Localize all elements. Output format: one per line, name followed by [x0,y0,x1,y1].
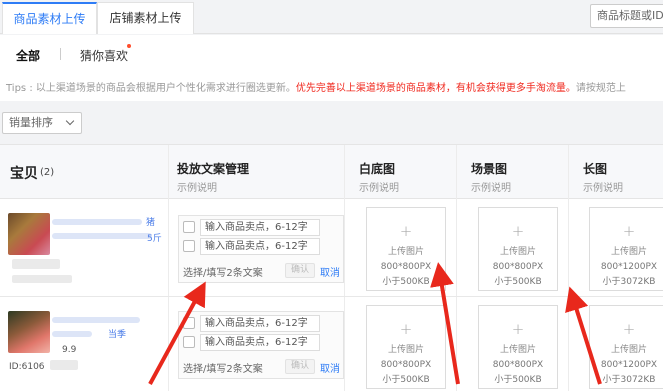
plus-icon: + [399,222,413,240]
tab-product-material[interactable]: 商品素材上传 [2,2,97,34]
copy-hint: 选择/填写2条文案 [183,364,263,375]
divider [60,48,61,60]
filter-all[interactable]: 全部 [16,47,40,64]
col-title-scene: 场景图 [471,162,508,176]
sort-label: 销量排序 [9,116,53,129]
product-price-blurred [12,259,60,269]
copy-checkbox[interactable] [183,336,195,348]
copy-checkbox[interactable] [183,221,195,233]
tips-suffix: 请按规范上 [575,83,626,94]
upload-white-bg-image[interactable]: + 上传图片 800*800PX 小于500KB [366,305,446,389]
copy-checkbox[interactable] [183,240,195,252]
upload-size: 800*800PX [380,360,432,370]
col-header-copy: 投放文案管理 示例说明 [168,145,344,199]
product-id-blurred [12,275,72,283]
col-header-white-bg: 白底图 示例说明 [344,145,456,199]
product-title-fragment[interactable]: 5斤 [147,231,162,244]
col-header-long: 长图 示例说明 [568,145,663,199]
tab-bar: 商品素材上传 店铺素材上传 商品标题或ID [0,0,663,34]
col-header-scene: 场景图 示例说明 [456,145,568,199]
upload-white-bg-image[interactable]: + 上传图片 800*800PX 小于500KB [366,207,446,291]
product-title-fragment[interactable]: 当季 [108,327,126,340]
upload-size: 800*800PX [380,262,432,272]
copy-checkbox[interactable] [183,317,195,329]
col-title-long: 长图 [583,162,608,176]
selling-point-input[interactable]: 输入商品卖点，6-12字 [200,219,320,236]
plus-icon: + [622,320,636,338]
product-title-blurred [52,317,140,323]
product-title-blurred [52,233,152,239]
column-divider [344,145,345,391]
upload-size: 800*800PX [492,360,544,370]
copy-hint: 选择/填写2条文案 [183,268,263,279]
col-header-product: 宝贝 (2) [0,145,168,199]
plus-icon: + [622,222,636,240]
column-divider [568,145,569,391]
selling-point-input[interactable]: 输入商品卖点，6-12字 [200,238,320,255]
tips-text: Tips : 以上渠道场景的商品会根据用户个性化需求进行圈选更新。优先完善以上渠… [6,79,626,94]
col-title-white-bg: 白底图 [359,162,396,176]
filter-panel: 全部 猜你喜欢 Tips : 以上渠道场景的商品会根据用户个性化需求进行圈选更新… [0,35,663,101]
column-divider [456,145,457,391]
product-count: (2) [40,167,55,178]
product-price: 9.9 [62,345,77,355]
upload-limit: 小于500KB [382,277,430,287]
sort-dropdown[interactable]: 销量排序 [2,112,82,134]
upload-long-image[interactable]: + 上传图片 800*1200PX 小于3072KB [589,305,663,389]
selling-point-input[interactable]: 输入商品卖点，6-12字 [200,334,320,351]
upload-label: 上传图片 [387,345,424,355]
col-example-link-copy[interactable]: 示例说明 [177,179,217,194]
filter-guess-you-like[interactable]: 猜你喜欢 [80,47,128,64]
col-example-link-scene[interactable]: 示例说明 [471,179,511,194]
confirm-button[interactable]: 确认 [285,263,315,278]
new-badge-dot [127,44,131,48]
upload-limit: 小于500KB [494,277,542,287]
product-thumbnail[interactable] [8,213,50,255]
product-id: ID:6106 [9,362,45,372]
copy-editor: 输入商品卖点，6-12字 输入商品卖点，6-12字 选择/填写2条文案 确认 取… [178,311,344,379]
product-title-blurred [52,331,92,337]
upload-scene-image[interactable]: + 上传图片 800*800PX 小于500KB [478,207,558,291]
upload-label: 上传图片 [610,345,647,355]
col-example-link-white-bg[interactable]: 示例说明 [359,179,399,194]
upload-size: 800*1200PX [600,262,658,272]
tips-prefix: Tips : 以上渠道场景的商品会根据用户个性化需求进行圈选更新。 [6,83,296,94]
plus-icon: + [399,320,413,338]
upload-long-image[interactable]: + 上传图片 800*1200PX 小于3072KB [589,207,663,291]
upload-limit: 小于500KB [382,375,430,385]
tips-highlight: 优先完善以上渠道场景的商品素材，有机会获得更多手淘流量。 [295,83,576,94]
material-table: 宝贝 (2) 投放文案管理 示例说明 白底图 示例说明 场景图 示例说明 长图 … [0,144,663,391]
upload-size: 800*800PX [492,262,544,272]
chevron-down-icon [65,116,75,126]
upload-limit: 小于3072KB [602,375,656,385]
tab-store-material[interactable]: 店铺素材上传 [97,2,194,34]
plus-icon: + [511,222,525,240]
cancel-button[interactable]: 取消 [320,264,340,279]
upload-label: 上传图片 [387,247,424,257]
upload-limit: 小于500KB [494,375,542,385]
product-thumbnail[interactable] [8,311,50,353]
plus-icon: + [511,320,525,338]
row-divider [0,296,663,297]
upload-label: 上传图片 [499,247,536,257]
col-title-copy: 投放文案管理 [177,162,250,176]
confirm-button[interactable]: 确认 [285,359,315,374]
column-divider [168,145,169,391]
copy-editor: 输入商品卖点，6-12字 输入商品卖点，6-12字 选择/填写2条文案 确认 取… [178,215,344,283]
col-title-product: 宝贝 [10,166,38,182]
upload-scene-image[interactable]: + 上传图片 800*800PX 小于500KB [478,305,558,389]
upload-size: 800*1200PX [600,360,658,370]
cancel-button[interactable]: 取消 [320,360,340,375]
col-example-link-long[interactable]: 示例说明 [583,179,623,194]
upload-limit: 小于3072KB [602,277,656,287]
search-input[interactable]: 商品标题或ID [590,4,663,28]
product-id-blurred [50,360,78,370]
product-title-fragment[interactable]: 猪 [146,215,155,228]
selling-point-input[interactable]: 输入商品卖点，6-12字 [200,315,320,332]
upload-label: 上传图片 [499,345,536,355]
upload-label: 上传图片 [610,247,647,257]
product-title-blurred [52,219,142,225]
